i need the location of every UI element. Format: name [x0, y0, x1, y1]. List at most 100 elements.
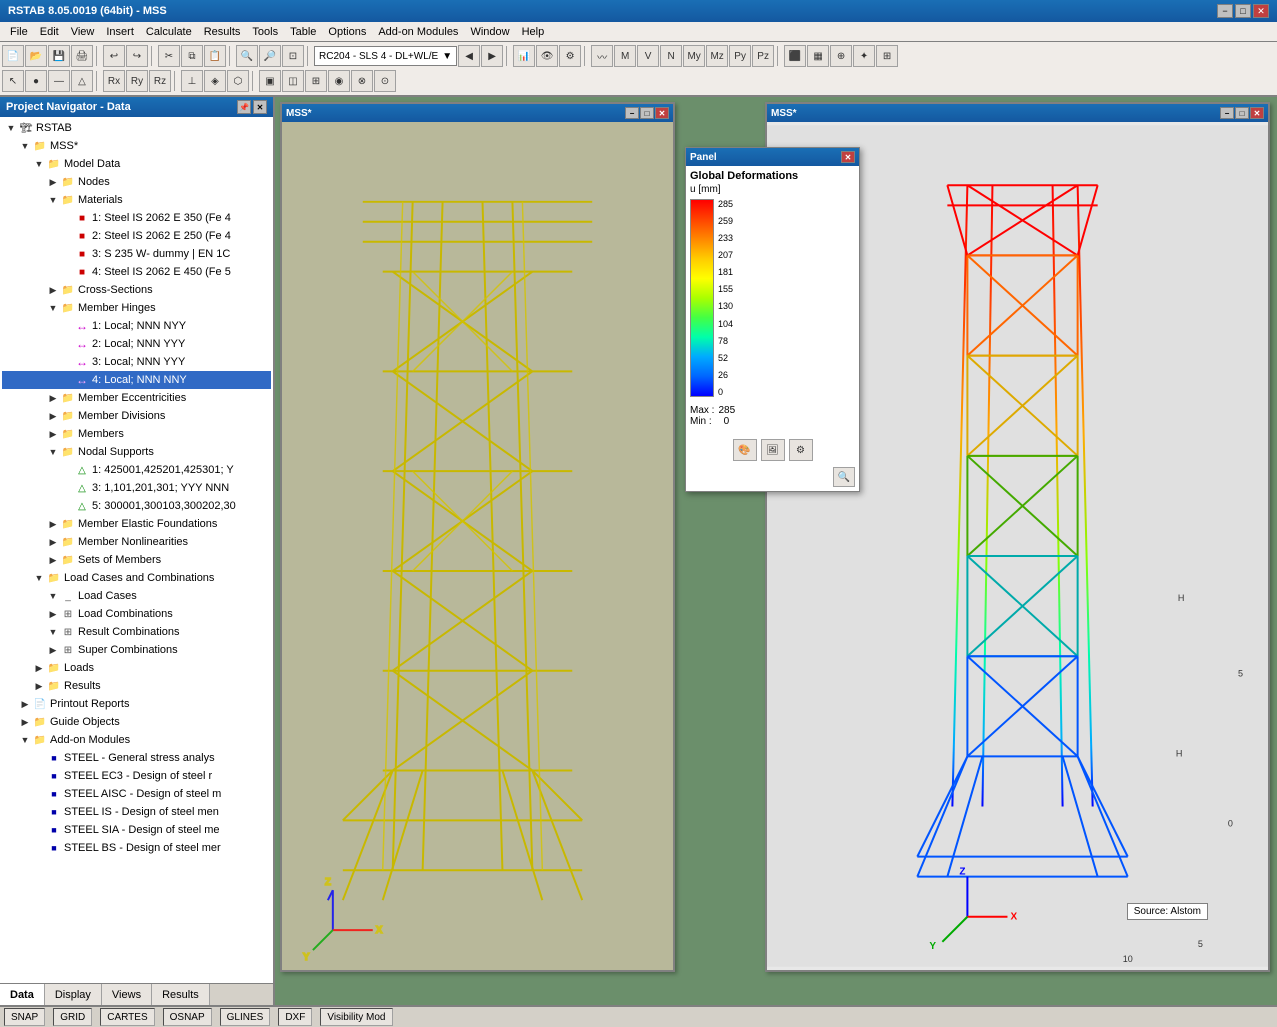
new-button[interactable]: 📄 [2, 45, 24, 67]
menu-file[interactable]: File [4, 25, 34, 39]
right-window-min[interactable]: − [1220, 107, 1234, 119]
tree-mat2[interactable]: ■ 2: Steel IS 2062 E 250 (Fe 4 [2, 227, 271, 245]
settings-button[interactable]: ⚙ [559, 45, 581, 67]
expand-lco-icon[interactable]: ▶ [46, 607, 60, 621]
tool-b1[interactable]: ▣ [259, 70, 281, 92]
expand-materials-icon[interactable]: ▼ [46, 193, 60, 207]
tree-mss[interactable]: ▼ 📁 MSS* [2, 137, 271, 155]
save-button[interactable]: 💾 [48, 45, 70, 67]
tree-addon-modules[interactable]: ▼ 📁 Add-on Modules [2, 731, 271, 749]
shear-button[interactable]: V [637, 45, 659, 67]
expand-sets-icon[interactable]: ▶ [46, 553, 60, 567]
panel-image-button[interactable]: 🖼 [761, 439, 785, 461]
tool-extra1[interactable]: ⬛ [784, 45, 806, 67]
deform-button[interactable]: 〰 [591, 45, 613, 67]
tool-b4[interactable]: ◉ [328, 70, 350, 92]
tree-steel-is[interactable]: ■ STEEL IS - Design of steel men [2, 803, 271, 821]
tree-steel-general[interactable]: ■ STEEL - General stress analys [2, 749, 271, 767]
tree-super-combinations[interactable]: ▶ ⊞ Super Combinations [2, 641, 271, 659]
tree-support3[interactable]: △ 3: 1,101,201,301; YYY NNN [2, 479, 271, 497]
tree-steel-aisc[interactable]: ■ STEEL AISC - Design of steel m [2, 785, 271, 803]
close-button[interactable]: ✕ [1253, 4, 1269, 18]
tool-extra3[interactable]: ⊕ [830, 45, 852, 67]
menu-view[interactable]: View [65, 25, 101, 39]
status-dxf[interactable]: DXF [278, 1008, 312, 1026]
tree-member-nonlinear[interactable]: ▶ 📁 Member Nonlinearities [2, 533, 271, 551]
tree-member-elastic[interactable]: ▶ 📁 Member Elastic Foundations [2, 515, 271, 533]
status-visibility[interactable]: Visibility Mod [320, 1008, 392, 1026]
print-button[interactable]: 🖨 [71, 45, 93, 67]
tree-hinge3[interactable]: ↔ 3: Local; NNN YYY [2, 353, 271, 371]
expand-sc-icon[interactable]: ▶ [46, 643, 60, 657]
menu-insert[interactable]: Insert [100, 25, 140, 39]
support-button[interactable]: △ [71, 70, 93, 92]
expand-mss-icon[interactable]: ▼ [18, 139, 32, 153]
menu-calculate[interactable]: Calculate [140, 25, 198, 39]
expand-rc-icon[interactable]: ▼ [46, 625, 60, 639]
tree-mat3[interactable]: ■ 3: S 235 W- dummy | EN 1C [2, 245, 271, 263]
tab-results[interactable]: Results [152, 984, 210, 1005]
tree-members[interactable]: ▶ 📁 Members [2, 425, 271, 443]
tree-nodal-supports[interactable]: ▼ 📁 Nodal Supports [2, 443, 271, 461]
expand-nodes-icon[interactable]: ▶ [46, 175, 60, 189]
expand-ns-icon[interactable]: ▼ [46, 445, 60, 459]
expand-loads-icon[interactable]: ▶ [32, 661, 46, 675]
expand-modeldata-icon[interactable]: ▼ [32, 157, 46, 171]
expand-members-icon[interactable]: ▶ [46, 427, 60, 441]
next-button[interactable]: ▶ [481, 45, 503, 67]
menu-edit[interactable]: Edit [34, 25, 65, 39]
status-cartes[interactable]: CARTES [100, 1008, 154, 1026]
navigator-pin-button[interactable]: 📌 [237, 100, 251, 114]
tree-member-hinges[interactable]: ▼ 📁 Member Hinges [2, 299, 271, 317]
cut-button[interactable]: ✂ [158, 45, 180, 67]
load-case-dropdown[interactable]: RC204 - SLS 4 - DL+WL/E ▼ [314, 46, 457, 66]
tree-hinge1[interactable]: ↔ 1: Local; NNN NYY [2, 317, 271, 335]
expand-lcc-icon[interactable]: ▼ [32, 571, 46, 585]
tool-extra5[interactable]: ⊞ [876, 45, 898, 67]
panel-settings-btn[interactable]: ⚙ [789, 439, 813, 461]
tree-hinge4[interactable]: ↔ 4: Local; NNN NNY [2, 371, 271, 389]
tree-support5[interactable]: △ 5: 300001,300103,300202,30 [2, 497, 271, 515]
tree-result-combinations[interactable]: ▼ ⊞ Result Combinations [2, 623, 271, 641]
tool-b6[interactable]: ⊙ [374, 70, 396, 92]
zoom-all-button[interactable]: ⊡ [282, 45, 304, 67]
tool-b2[interactable]: ◫ [282, 70, 304, 92]
expand-addon-icon[interactable]: ▼ [18, 733, 32, 747]
tree-member-eccentricities[interactable]: ▶ 📁 Member Eccentricities [2, 389, 271, 407]
menu-options[interactable]: Options [322, 25, 372, 39]
expand-ecc-icon[interactable]: ▶ [46, 391, 60, 405]
tree-support1[interactable]: △ 1: 425001,425201,425301; Y [2, 461, 271, 479]
rotate-x-button[interactable]: Rx [103, 70, 125, 92]
expand-rstab-icon[interactable]: ▼ [4, 121, 18, 135]
paste-button[interactable]: 📋 [204, 45, 226, 67]
moment-y-button[interactable]: My [683, 45, 705, 67]
status-snap[interactable]: SNAP [4, 1008, 45, 1026]
menu-addon[interactable]: Add-on Modules [372, 25, 464, 39]
tab-display[interactable]: Display [45, 984, 102, 1005]
tree-steel-ec3[interactable]: ■ STEEL EC3 - Design of steel r [2, 767, 271, 785]
select-button[interactable]: ↖ [2, 70, 24, 92]
expand-lc-icon[interactable]: ▼ [46, 589, 60, 603]
navigator-close-button[interactable]: ✕ [253, 100, 267, 114]
display-button[interactable]: 👁 [536, 45, 558, 67]
panel-color-button[interactable]: 🎨 [733, 439, 757, 461]
tree-mat4[interactable]: ■ 4: Steel IS 2062 E 450 (Fe 5 [2, 263, 271, 281]
torsion-button[interactable]: Py [729, 45, 751, 67]
stress-button[interactable]: Pz [752, 45, 774, 67]
tree-steel-bs[interactable]: ■ STEEL BS - Design of steel mer [2, 839, 271, 857]
rotate-y-button[interactable]: Ry [126, 70, 148, 92]
tree-guide-objects[interactable]: ▶ 📁 Guide Objects [2, 713, 271, 731]
status-glines[interactable]: GLINES [220, 1008, 271, 1026]
tree-hinge2[interactable]: ↔ 2: Local; NNN YYY [2, 335, 271, 353]
tool-b5[interactable]: ⊗ [351, 70, 373, 92]
expand-div-icon[interactable]: ▶ [46, 409, 60, 423]
left-window-min[interactable]: − [625, 107, 639, 119]
tree-cross-sections[interactable]: ▶ 📁 Cross-Sections [2, 281, 271, 299]
menu-help[interactable]: Help [516, 25, 551, 39]
tree-member-divisions[interactable]: ▶ 📁 Member Divisions [2, 407, 271, 425]
expand-elastic-icon[interactable]: ▶ [46, 517, 60, 531]
moment-z-button[interactable]: Mz [706, 45, 728, 67]
tree-load-cases-combos[interactable]: ▼ 📁 Load Cases and Combinations [2, 569, 271, 587]
tree-materials[interactable]: ▼ 📁 Materials [2, 191, 271, 209]
iso-button[interactable]: ◈ [204, 70, 226, 92]
